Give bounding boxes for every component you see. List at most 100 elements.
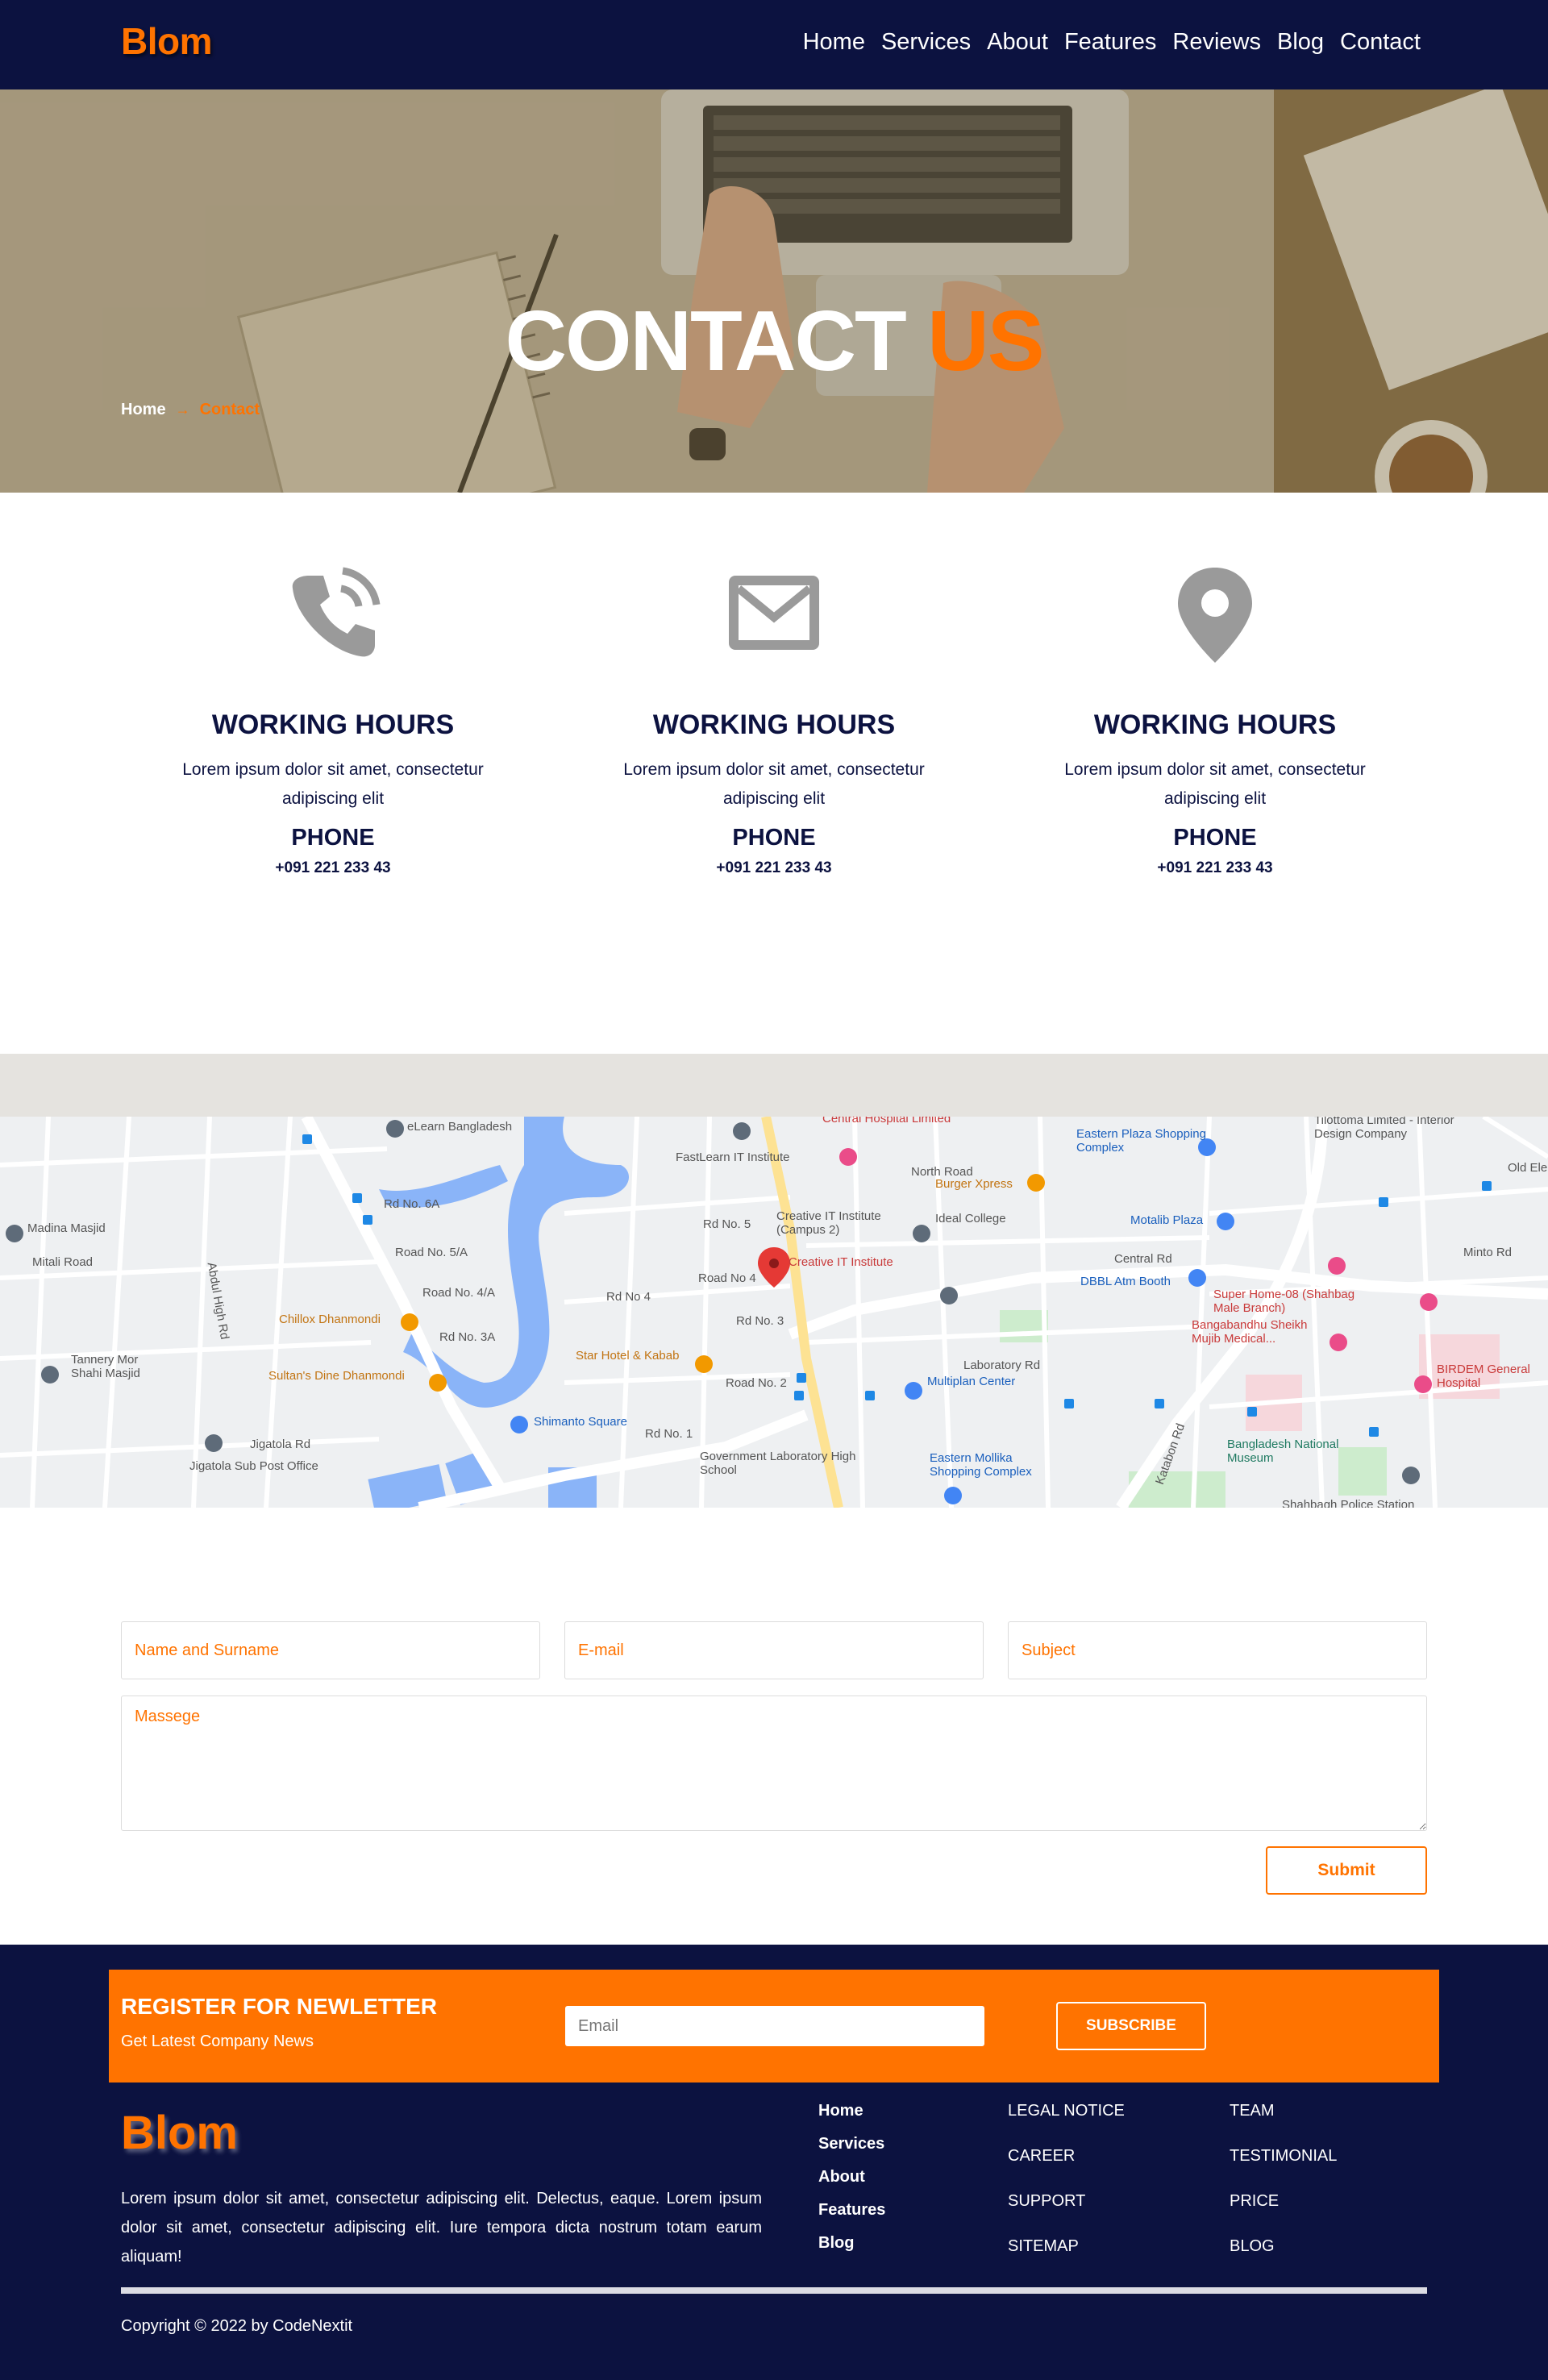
map-label: FastLearn IT Institute (676, 1150, 790, 1164)
card-text: Lorem ipsum dolor sit amet, consectetur … (623, 760, 925, 808)
email-input[interactable] (564, 1621, 984, 1679)
contact-card-email: WORKING HOURS Lorem ipsum dolor sit amet… (564, 564, 984, 877)
card-title: WORKING HOURS (652, 709, 896, 740)
card-text: Lorem ipsum dolor sit amet, consectetur … (1064, 760, 1366, 808)
footer-link-testimonial[interactable]: TESTIMONIAL (1230, 2147, 1337, 2166)
footer-link-home[interactable]: Home (818, 2102, 885, 2120)
card-title: WORKING HOURS (211, 709, 455, 740)
map-label: Multiplan Center (927, 1375, 1016, 1388)
subscribe-button[interactable]: SUBSCRIBE (1056, 2002, 1206, 2050)
contact-info-section: WORKING HOURS Lorem ipsum dolor sit amet… (0, 564, 1548, 903)
map-label: DBBL Atm Booth (1080, 1275, 1171, 1288)
nav-link-contact[interactable]: Contact (1340, 29, 1421, 56)
map-label: Bangladesh National Museum (1227, 1438, 1339, 1465)
nav-link-features[interactable]: Features (1064, 29, 1156, 56)
submit-button[interactable]: Submit (1266, 1846, 1427, 1895)
map-label: Laboratory Rd (963, 1359, 1041, 1372)
name-input[interactable] (121, 1621, 540, 1679)
map-label: Road No. 4/A (422, 1286, 496, 1300)
map-label: Jigatola Sub Post Office (189, 1459, 318, 1473)
map-label: Ideal College (935, 1212, 1006, 1225)
footer-link-blog-2[interactable]: BLOG (1230, 2237, 1337, 2256)
map-label: eLearn Bangladesh (407, 1120, 513, 1134)
map-label: Road No. 5/A (395, 1246, 468, 1259)
map-label: Old Elep (1508, 1161, 1548, 1175)
footer-link-price[interactable]: PRICE (1230, 2192, 1337, 2211)
newsletter-title: REGISTER FOR NEWLETTER (121, 1994, 437, 2019)
footer-link-services[interactable]: Services (818, 2135, 885, 2153)
google-map[interactable]: eLearn Bangladesh FastLearn IT Institute… (0, 1117, 1548, 1508)
map-label: Sultan's Dine Dhanmondi (268, 1369, 405, 1383)
map-label: Creative IT Institute (789, 1255, 893, 1269)
newsletter-banner: REGISTER FOR NEWLETTER Get Latest Compan… (109, 1970, 1439, 2082)
footer-company-links: TEAM TESTIMONIAL PRICE BLOG (1230, 2102, 1337, 2256)
map-label: Shahbagh Police Station (1282, 1498, 1415, 1508)
card-text: Lorem ipsum dolor sit amet, consectetur … (182, 760, 484, 808)
card-phone-number: +091 221 233 43 (275, 859, 391, 876)
map-label: Star Hotel & Kabab (576, 1349, 680, 1363)
map-label: Mitali Road (32, 1255, 94, 1269)
breadcrumb-current: Contact (199, 401, 260, 418)
breadcrumb: Home → Contact (121, 401, 260, 419)
footer-brand-logo[interactable]: Blom (121, 2106, 238, 2160)
footer-link-about[interactable]: About (818, 2168, 885, 2187)
contact-card-phone: WORKING HOURS Lorem ipsum dolor sit amet… (123, 564, 543, 877)
footer-link-features[interactable]: Features (818, 2201, 885, 2220)
brand-logo[interactable]: Blom (121, 19, 213, 63)
breadcrumb-home[interactable]: Home (121, 401, 166, 419)
map-label: Chillox Dhanmondi (279, 1313, 381, 1326)
map-label: Jigatola Rd (250, 1438, 311, 1451)
breadcrumb-arrow-icon: → (175, 402, 190, 418)
map-label: Tannery Mor Shahi Masjid (71, 1353, 140, 1380)
map-label: North Road (911, 1165, 973, 1179)
message-textarea[interactable] (121, 1696, 1427, 1831)
map-label: Rd No. 3 (736, 1314, 784, 1328)
contact-form: Submit (121, 1621, 1427, 1895)
subject-input[interactable] (1008, 1621, 1427, 1679)
page-title: CONTACT US (0, 293, 1548, 390)
card-label: PHONE (732, 825, 816, 851)
phone-icon (292, 567, 381, 657)
map-label: Bangabandhu Sheikh Mujib Medical... (1192, 1318, 1308, 1346)
footer-link-sitemap[interactable]: SITEMAP (1008, 2237, 1125, 2256)
copyright-text: Copyright © 2022 by CodeNextit (121, 2317, 353, 2335)
footer-link-career[interactable]: CAREER (1008, 2147, 1125, 2166)
footer-link-legal-notice[interactable]: LEGAL NOTICE (1008, 2102, 1125, 2120)
map-label: Shimanto Square (534, 1415, 627, 1429)
map-label: Minto Rd (1463, 1246, 1513, 1259)
hero-overlay (0, 89, 1548, 493)
card-label: PHONE (1173, 825, 1257, 851)
envelope-icon (729, 576, 819, 650)
map-label: Rd No. 5 (703, 1217, 751, 1231)
map-label: Eastern Plaza Shopping Complex (1076, 1127, 1206, 1155)
map-label: Madina Masjid (27, 1221, 106, 1235)
footer-nav-links: Home Services About Features Blog (818, 2102, 885, 2253)
card-label: PHONE (291, 825, 375, 851)
map-label: Road No. 2 (726, 1376, 787, 1390)
map-label: Creative IT Institute (Campus 2) (776, 1209, 881, 1237)
nav-link-blog[interactable]: Blog (1277, 29, 1324, 56)
main-menu: Home Services About Features Reviews Blo… (803, 29, 1421, 56)
contact-card-location: WORKING HOURS Lorem ipsum dolor sit amet… (1005, 564, 1425, 877)
map-label: Eastern Mollika Shopping Complex (930, 1451, 1032, 1479)
card-phone-number: +091 221 233 43 (1157, 859, 1273, 876)
footer-info-links: LEGAL NOTICE CAREER SUPPORT SITEMAP (1008, 2102, 1125, 2256)
footer-link-blog[interactable]: Blog (818, 2234, 885, 2253)
nav-link-about[interactable]: About (987, 29, 1048, 56)
card-title: WORKING HOURS (1093, 709, 1337, 740)
card-phone-number: +091 221 233 43 (716, 859, 832, 876)
map-label: Central Hospital Limited (822, 1117, 951, 1126)
newsletter-subtitle: Get Latest Company News (121, 2033, 314, 2050)
newsletter-email-input[interactable] (565, 2006, 984, 2046)
nav-link-home[interactable]: Home (803, 29, 865, 56)
nav-link-services[interactable]: Services (881, 29, 971, 56)
map-pin-icon (1178, 568, 1252, 663)
nav-link-reviews[interactable]: Reviews (1172, 29, 1261, 56)
footer-link-team[interactable]: TEAM (1230, 2102, 1337, 2120)
map-label: Rd No. 6A (384, 1197, 440, 1211)
map-label: Central Rd (1114, 1252, 1172, 1266)
map-label: Burger Xpress (935, 1177, 1013, 1191)
map-header-strip (0, 1054, 1548, 1117)
page-title-main: CONTACT (505, 293, 907, 389)
footer-link-support[interactable]: SUPPORT (1008, 2192, 1125, 2211)
